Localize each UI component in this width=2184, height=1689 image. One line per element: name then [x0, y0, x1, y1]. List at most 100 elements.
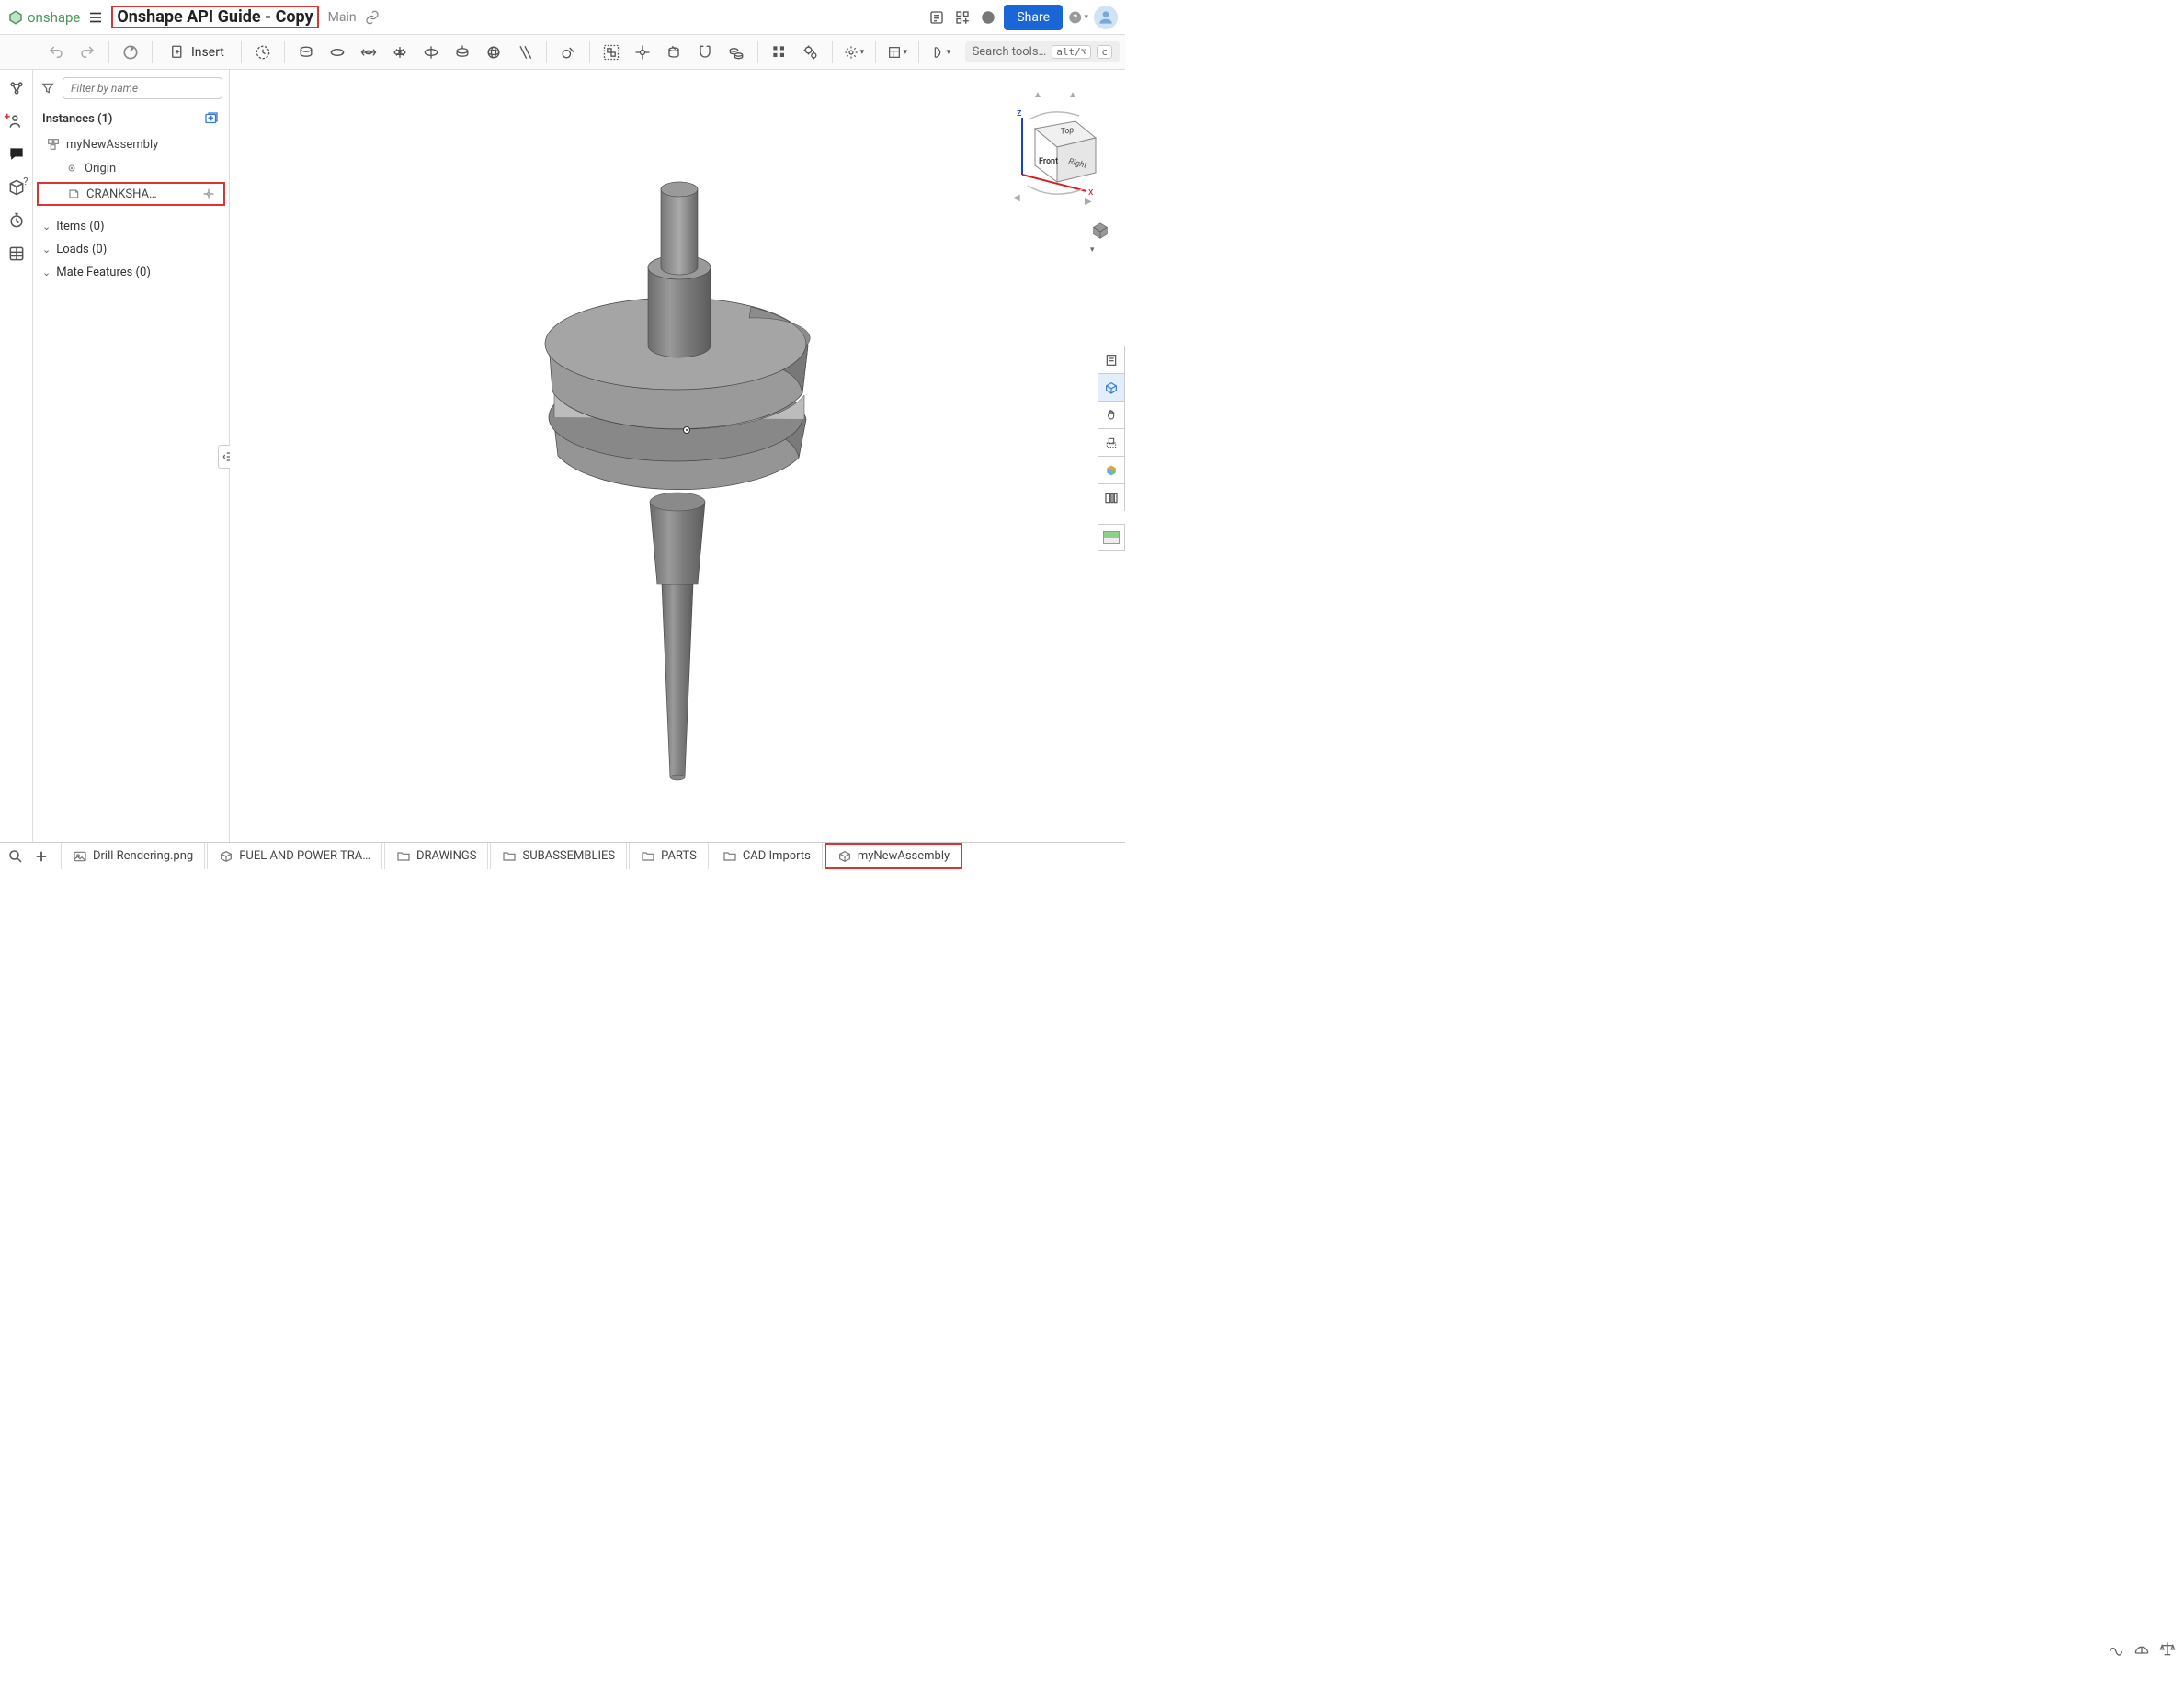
image-icon — [73, 849, 87, 864]
tab-parts[interactable]: PARTS — [629, 843, 709, 869]
feature-tools-dropdown[interactable]: ▾ — [840, 39, 868, 66]
section-loads[interactable]: ⌄ Loads (0) — [33, 238, 229, 261]
chevron-down-icon: ⌄ — [42, 266, 51, 278]
tab-fuel-and-power-tra-[interactable]: FUEL AND POWER TRA… — [207, 843, 382, 869]
mate-fastened-icon[interactable] — [292, 39, 320, 66]
tab-label: SUBASSEMBLIES — [522, 849, 615, 863]
section-mates-label: Mate Features (0) — [56, 266, 151, 279]
replicate-icon[interactable] — [722, 39, 750, 66]
gears-icon[interactable] — [797, 39, 825, 66]
search-placeholder: Search tools… — [973, 45, 1047, 59]
svg-text:Top: Top — [1060, 126, 1075, 137]
origin-icon — [64, 161, 79, 176]
rail-right-bom-icon[interactable] — [1098, 483, 1125, 511]
relations-icon[interactable] — [660, 39, 688, 66]
tab-label: DRAWINGS — [416, 849, 477, 863]
filter-input[interactable] — [63, 77, 222, 99]
brand-logo[interactable]: onshape — [7, 9, 80, 26]
document-title[interactable]: Onshape API Guide - Copy — [111, 6, 318, 28]
instances-header: Instances (1) — [42, 112, 113, 126]
kbd-hint-1: alt/⌥ — [1052, 45, 1091, 59]
custom-properties-icon[interactable] — [927, 7, 947, 28]
rail-right-section-icon[interactable] — [1098, 428, 1125, 456]
view-cube[interactable]: ▲ ▲ z x Top Front Right ◀ ▶ — [996, 83, 1107, 211]
undo-button[interactable] — [42, 39, 70, 66]
learning-icon[interactable] — [978, 7, 998, 28]
pattern-icon[interactable] — [766, 39, 793, 66]
rail-add-person-icon[interactable]: + — [7, 112, 26, 130]
apps-icon[interactable] — [952, 7, 973, 28]
right-rail — [1098, 346, 1125, 551]
rail-right-props-icon[interactable] — [1098, 346, 1125, 373]
mate-pin-icon[interactable] — [449, 39, 476, 66]
feature-panel: Instances (1) + myNewAssembly Origin CRA… — [33, 70, 230, 842]
insert-button[interactable]: Insert — [160, 39, 233, 66]
tab-drill-rendering-png[interactable]: Drill Rendering.png — [61, 843, 205, 869]
main: + ? Instances (1) + myNewAssembly Origin — [0, 70, 1125, 842]
link-icon[interactable] — [362, 7, 382, 28]
section-items[interactable]: ⌄ Items (0) — [33, 215, 229, 238]
tree-assembly-label: myNewAssembly — [66, 138, 158, 152]
display-mode-dropdown[interactable]: ▾ — [1090, 221, 1110, 255]
tree-crankshaft-row[interactable]: CRANKSHA… — [37, 182, 225, 206]
mate-parallel-icon[interactable] — [511, 39, 539, 66]
svg-text:◀: ◀ — [1013, 193, 1020, 203]
section-view-dropdown[interactable]: ▾ — [927, 39, 954, 66]
rail-right-render-icon[interactable] — [1098, 524, 1125, 551]
svg-text:+: + — [209, 114, 213, 123]
folder-icon — [502, 849, 517, 864]
filter-icon[interactable] — [40, 81, 55, 96]
share-button[interactable]: Share — [1004, 5, 1063, 30]
folder-icon — [641, 849, 655, 864]
help-icon[interactable]: ? ▾ — [1068, 7, 1088, 28]
tree-assembly-row[interactable]: myNewAssembly — [33, 132, 229, 156]
rail-assembly-icon[interactable] — [7, 79, 26, 97]
redo-button[interactable] — [74, 39, 101, 66]
tangent-icon[interactable] — [554, 39, 582, 66]
tab-cad-imports[interactable]: CAD Imports — [711, 843, 823, 869]
tree-origin-label: Origin — [85, 162, 116, 176]
section-loads-label: Loads (0) — [56, 243, 107, 256]
balance-icon[interactable] — [2158, 1639, 2177, 1658]
rail-package-icon[interactable]: ? — [7, 178, 26, 197]
search-tools[interactable]: Search tools… alt/⌥ c — [965, 41, 1120, 62]
mate-slider-icon[interactable] — [355, 39, 382, 66]
rail-right-iso-icon[interactable] — [1098, 373, 1125, 401]
svg-text:?: ? — [1073, 14, 1077, 23]
rail-right-materials-icon[interactable] — [1098, 456, 1125, 483]
rail-timer-icon[interactable] — [7, 211, 26, 230]
protractor-icon[interactable] — [2133, 1639, 2151, 1658]
hamburger-menu[interactable] — [85, 7, 106, 28]
user-avatar[interactable] — [1094, 6, 1118, 29]
mate-planar-icon[interactable] — [386, 39, 414, 66]
insert-label: Insert — [191, 45, 224, 60]
mate-ball-icon[interactable] — [480, 39, 507, 66]
tab-label: FUEL AND POWER TRA… — [239, 849, 370, 863]
tab-mynewassembly[interactable]: myNewAssembly — [825, 843, 962, 869]
add-tab-icon[interactable] — [33, 848, 50, 865]
snap-icon[interactable] — [691, 39, 719, 66]
refresh-icon[interactable] — [117, 39, 144, 66]
rail-comment-icon[interactable] — [7, 145, 26, 164]
mate-cylindrical-icon[interactable] — [417, 39, 445, 66]
search-tab-icon[interactable] — [7, 848, 24, 865]
canvas-3d-viewport[interactable]: ▲ ▲ z x Top Front Right ◀ ▶ — [230, 70, 1125, 842]
tab-drawings[interactable]: DRAWINGS — [384, 843, 489, 869]
mate-revolute-icon[interactable] — [324, 39, 351, 66]
display-dropdown[interactable]: ▾ — [883, 39, 911, 66]
branch-label[interactable]: Main — [328, 10, 357, 25]
add-instance-icon[interactable]: + — [203, 110, 220, 127]
svg-text:▲: ▲ — [1033, 90, 1042, 100]
group-icon[interactable] — [597, 39, 625, 66]
kbd-hint-2: c — [1097, 45, 1112, 59]
measure-worm-icon[interactable] — [2107, 1639, 2125, 1658]
mate-connector-icon[interactable] — [629, 39, 656, 66]
rail-table-icon[interactable] — [7, 244, 26, 263]
tab-subassemblies[interactable]: SUBASSEMBLIES — [490, 843, 627, 869]
rail-right-grab-icon[interactable] — [1098, 401, 1125, 428]
topbar: onshape Onshape API Guide - Copy Main Sh… — [0, 0, 1125, 35]
section-mate-features[interactable]: ⌄ Mate Features (0) — [33, 261, 229, 284]
tree-origin-row[interactable]: Origin — [33, 156, 229, 180]
history-icon[interactable] — [249, 39, 277, 66]
tab-label: Drill Rendering.png — [93, 849, 193, 863]
